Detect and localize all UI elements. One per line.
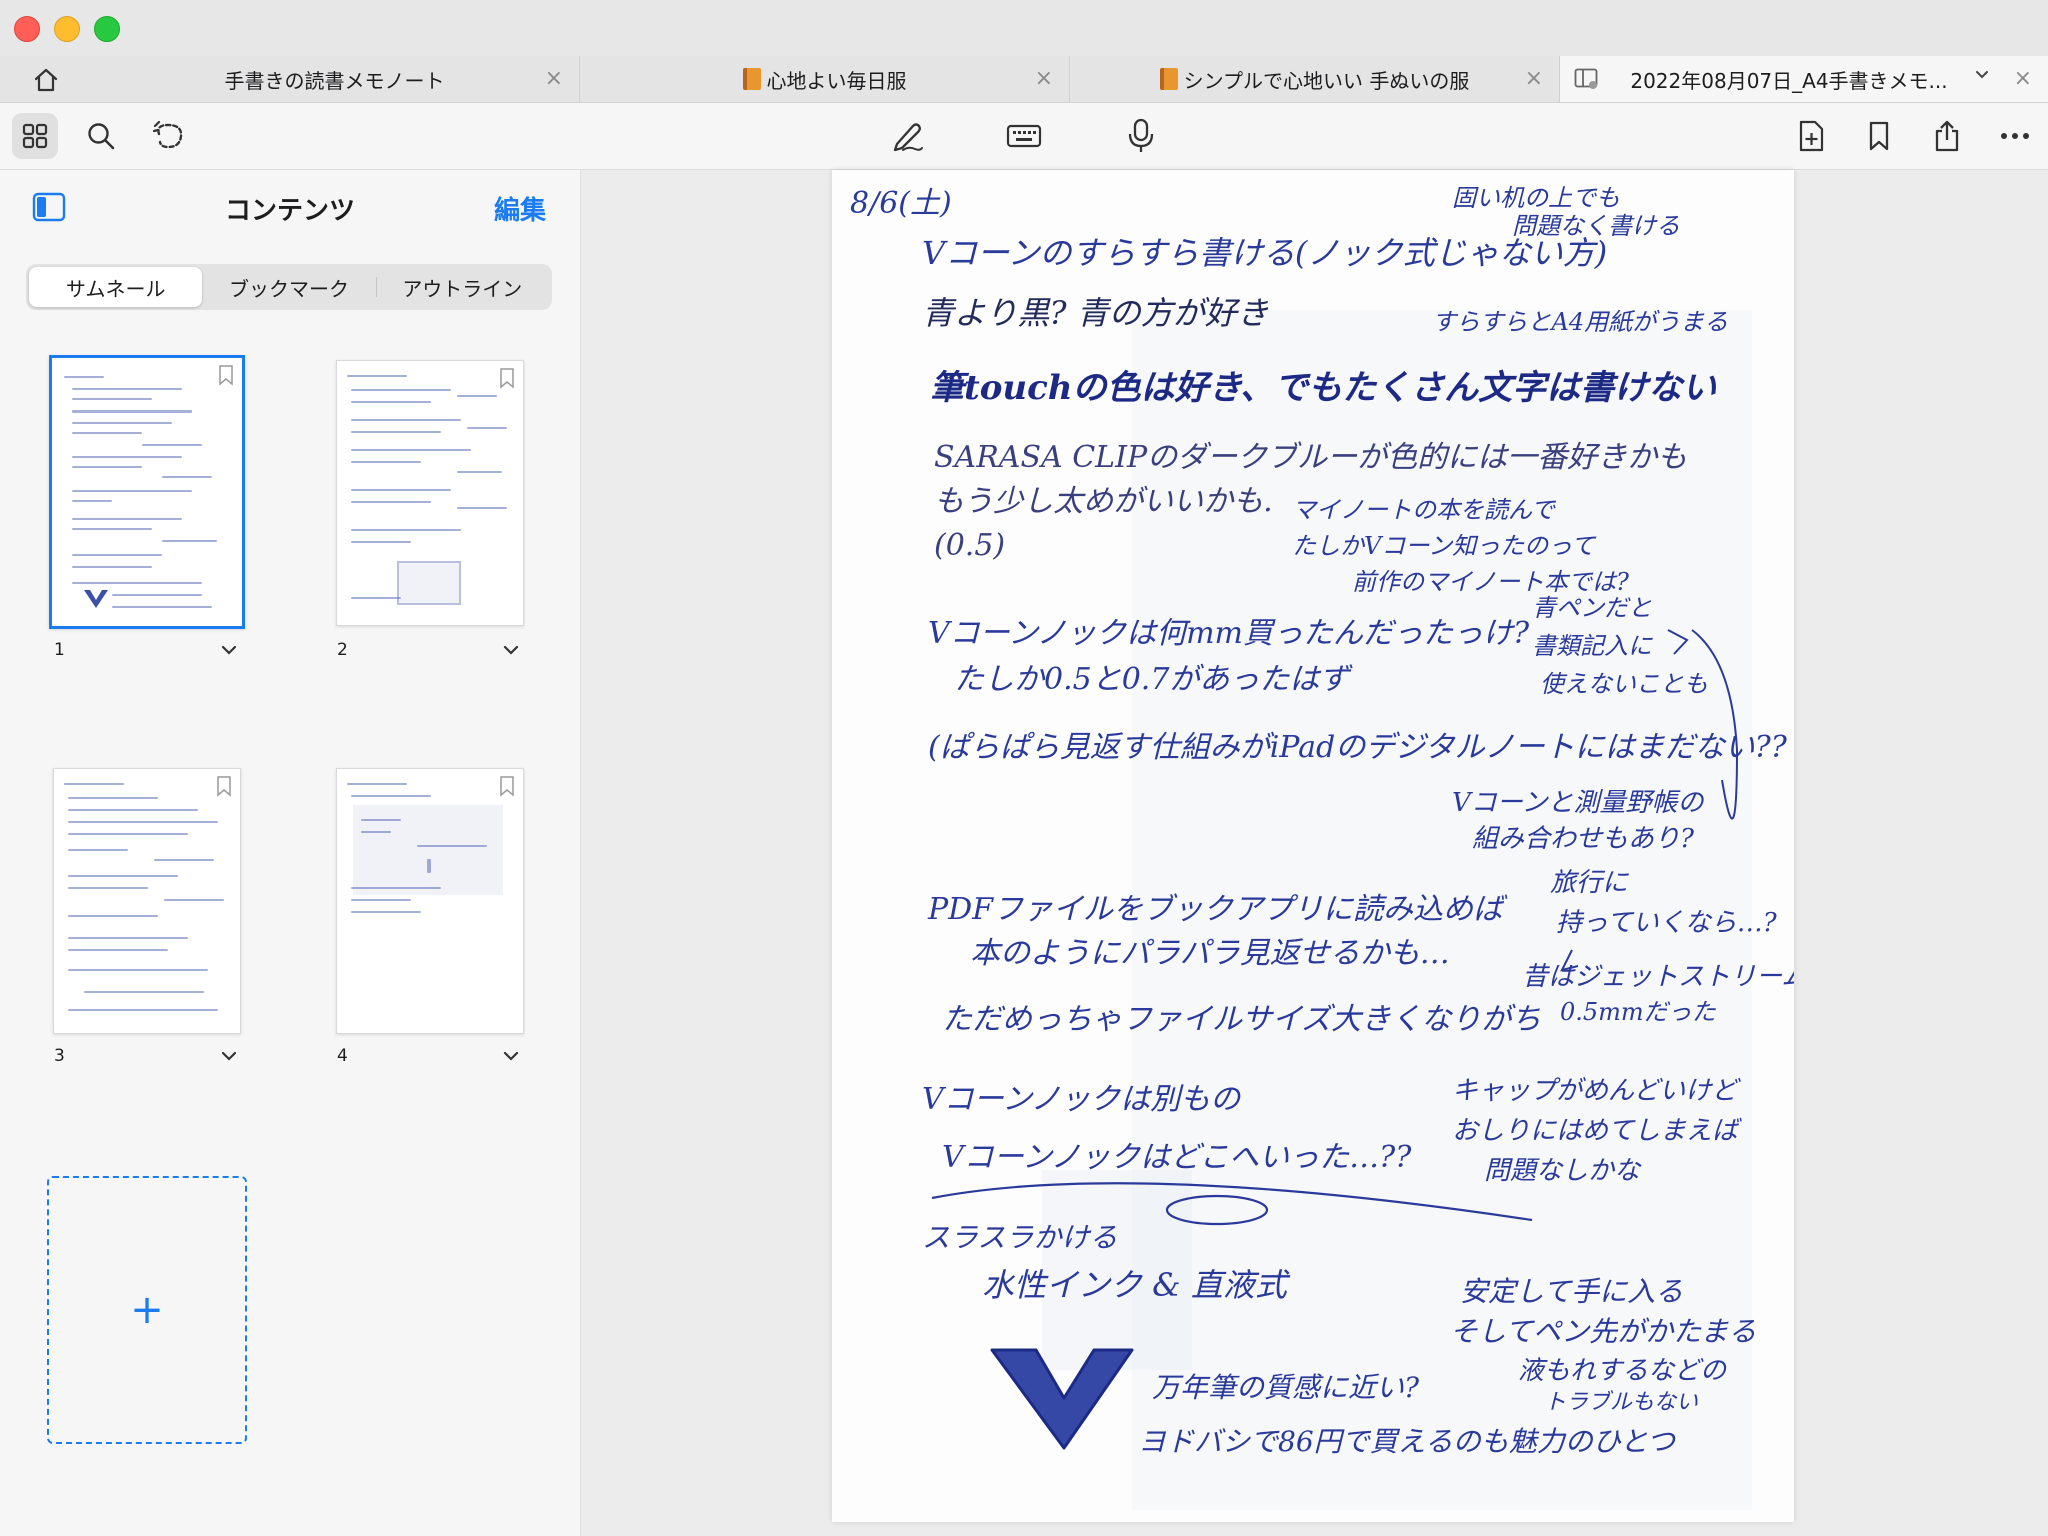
- tab-close-icon[interactable]: ×: [2014, 66, 2032, 91]
- book-icon: [742, 68, 761, 90]
- tab-reading-memo[interactable]: 手書きの読書メモノート ×: [90, 56, 580, 102]
- tab-close-icon[interactable]: ×: [1525, 66, 1543, 91]
- microphone-icon: [1128, 118, 1154, 152]
- share-icon: [1935, 120, 1959, 152]
- segment-outline[interactable]: アウトライン: [375, 267, 549, 307]
- pen-icon: [893, 123, 923, 152]
- add-page-button[interactable]: [1788, 113, 1834, 159]
- keyboard-icon: [1006, 124, 1042, 148]
- grid-icon: [22, 123, 48, 149]
- add-page-icon: [1799, 120, 1824, 152]
- page-number: 4: [337, 1046, 348, 1066]
- more-button[interactable]: [1992, 113, 2038, 159]
- bookmark-icon[interactable]: [218, 364, 234, 386]
- tab-title: 2022年08月07日_A4手書きメモ...: [1630, 68, 1948, 93]
- window-titlebar: [0, 0, 2048, 56]
- home-button[interactable]: [30, 64, 62, 96]
- tab-close-icon[interactable]: ×: [1035, 66, 1053, 91]
- page-thumbnail-4[interactable]: [336, 768, 524, 1034]
- share-button[interactable]: [1924, 113, 1970, 159]
- tab-close-icon[interactable]: ×: [545, 66, 563, 91]
- bookmark-icon: [1869, 121, 1889, 151]
- v-logo-icon: [84, 590, 108, 608]
- note-drawing: [931, 629, 1739, 1450]
- note-page[interactable]: 8/6(土) 固い机の上でも 問題なく書ける Vコーンのすらすら書ける(ノック式…: [832, 170, 1794, 1522]
- lasso-icon: [152, 120, 183, 149]
- add-page-placeholder[interactable]: +: [47, 1176, 247, 1444]
- edit-button[interactable]: 編集: [494, 190, 546, 227]
- page-number: 3: [54, 1046, 65, 1066]
- home-icon: [34, 68, 58, 92]
- toolbar: [0, 103, 2048, 170]
- tab-title: 心地よい毎日服: [766, 68, 907, 93]
- segment-bookmark[interactable]: ブックマーク: [202, 267, 375, 307]
- lasso-button[interactable]: [146, 113, 192, 159]
- bookmark-icon[interactable]: [499, 367, 515, 389]
- chevron-down-icon[interactable]: [220, 1050, 238, 1062]
- keyboard-button[interactable]: [1001, 113, 1047, 159]
- chevron-down-icon[interactable]: [1974, 68, 1990, 82]
- chevron-down-icon[interactable]: [220, 644, 238, 656]
- view-segmented-control: サムネール ブックマーク アウトライン: [26, 264, 552, 310]
- sidebar-layout-icon: [1574, 68, 1598, 89]
- bookmark-icon[interactable]: [499, 775, 515, 797]
- pen-tool-button[interactable]: [884, 113, 930, 159]
- page-thumbnail-1[interactable]: [49, 355, 245, 629]
- microphone-button[interactable]: [1118, 113, 1164, 159]
- page-thumbnail-2[interactable]: [336, 360, 524, 626]
- bookmark-button[interactable]: [1856, 113, 1902, 159]
- page-thumbnail-3[interactable]: [53, 768, 241, 1034]
- close-window-button[interactable]: [14, 16, 40, 42]
- thumbnail-view-button[interactable]: [12, 113, 58, 159]
- bookmark-icon[interactable]: [216, 775, 232, 797]
- tab-title: シンプルで心地いい 手ぬいの服: [1183, 68, 1470, 93]
- tab-title: 手書きの読書メモノート: [224, 68, 445, 93]
- chevron-down-icon[interactable]: [502, 644, 520, 656]
- tab-bar: 手書きの読書メモノート × 心地よい毎日服 × シンプルで心地いい 手ぬいの服 …: [0, 56, 2048, 103]
- search-icon: [88, 123, 115, 150]
- page-number: 2: [337, 640, 348, 660]
- search-button[interactable]: [78, 113, 124, 159]
- more-icon: [2001, 133, 2029, 139]
- book-icon: [1159, 68, 1178, 90]
- tab-comfortable-clothes[interactable]: 心地よい毎日服 ×: [580, 56, 1070, 102]
- chevron-down-icon[interactable]: [502, 1050, 520, 1062]
- page-number: 1: [54, 640, 65, 660]
- segment-thumbnail[interactable]: サムネール: [29, 267, 203, 307]
- plus-icon: +: [130, 1287, 164, 1333]
- tab-handsewn-clothes[interactable]: シンプルで心地いい 手ぬいの服 ×: [1070, 56, 1560, 102]
- zoom-window-button[interactable]: [94, 16, 120, 42]
- tab-a4-memo[interactable]: 2022年08月07日_A4手書きメモ... ×: [1560, 56, 2048, 102]
- minimize-window-button[interactable]: [54, 16, 80, 42]
